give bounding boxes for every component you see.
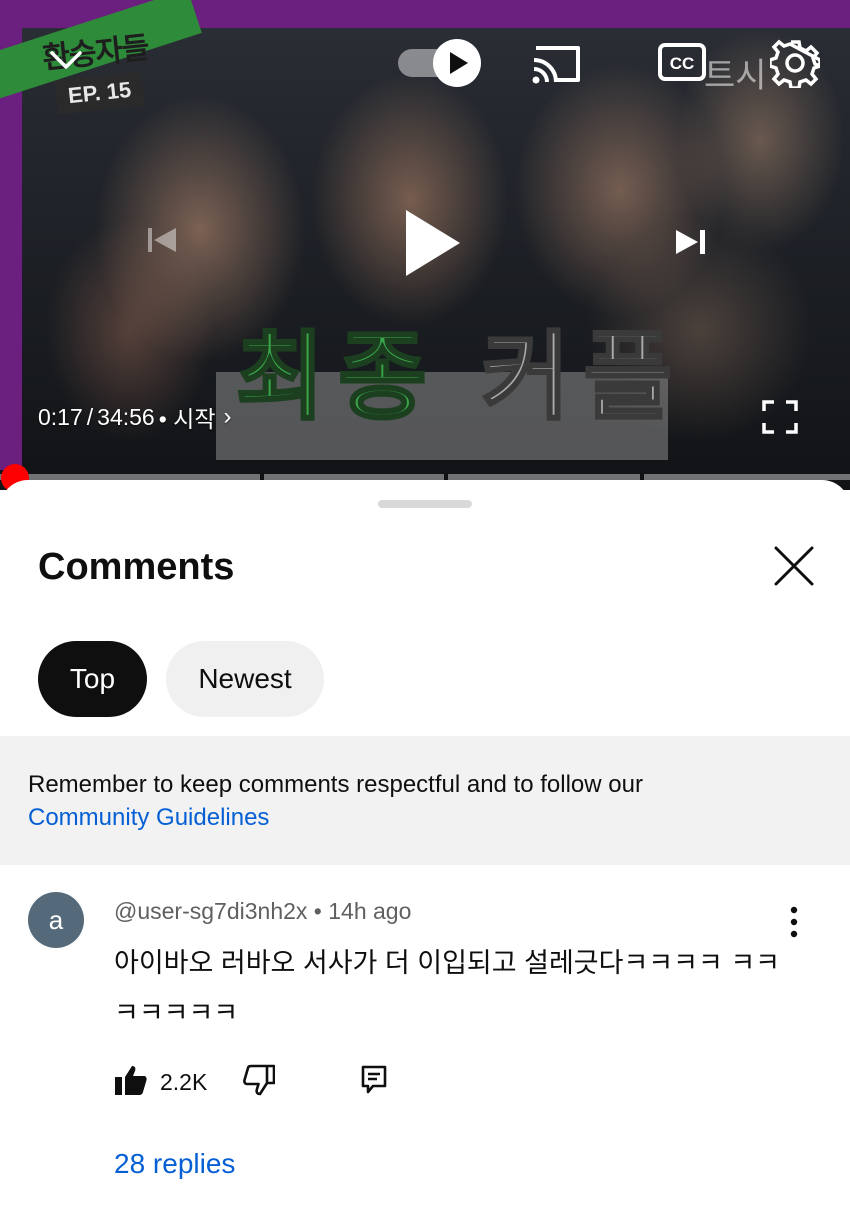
overlay-title: 최종 커플	[235, 328, 686, 427]
comment-meta: @user-sg7di3nh2x • 14h ago	[114, 898, 411, 925]
current-time: 0:17	[38, 403, 83, 430]
notice-text: Remember to keep comments respectful and…	[28, 771, 643, 798]
filter-chip-top[interactable]: Top	[38, 641, 147, 717]
reply-icon	[361, 1065, 387, 1099]
replies-link[interactable]: 28 replies	[114, 1148, 235, 1180]
time-separator: /	[86, 403, 94, 430]
community-guidelines-link[interactable]: Community Guidelines	[28, 801, 822, 834]
skip-previous-icon[interactable]	[142, 220, 182, 260]
episode-badge: EP. 15	[54, 71, 145, 115]
avatar[interactable]: a	[28, 892, 84, 948]
gear-icon[interactable]	[768, 38, 822, 90]
autoplay-toggle-icon[interactable]	[396, 36, 484, 90]
time-display[interactable]: 0:17 / 34:56 • 시작 ›	[38, 400, 231, 434]
chevron-down-icon[interactable]	[46, 44, 86, 74]
overlay-title-green: 최종	[235, 324, 441, 431]
filter-chip-newest[interactable]: Newest	[166, 641, 324, 717]
chapter-chevron-icon[interactable]: ›	[223, 403, 231, 431]
fullscreen-icon[interactable]	[762, 400, 798, 434]
community-notice: Remember to keep comments respectful and…	[0, 736, 850, 865]
comment-text: 아이바오 러바오 서사가 더 이입되고 설레긋다ㅋㅋㅋㅋ ㅋㅋㅋㅋㅋㅋㅋ	[114, 948, 781, 1028]
cc-icon[interactable]: CC	[658, 42, 706, 82]
thumbs-down-icon	[241, 1064, 276, 1100]
drag-handle[interactable]	[378, 500, 472, 508]
thumbs-up-icon	[114, 1064, 148, 1101]
comment-author[interactable]: @user-sg7di3nh2x	[114, 898, 307, 924]
comment-item: a @user-sg7di3nh2x • 14h ago 아이바오 러바오 서사…	[0, 876, 850, 1216]
chapter-title[interactable]: • 시작	[159, 400, 216, 434]
dislike-button[interactable]	[241, 1064, 276, 1101]
duration: 34:56	[97, 403, 155, 430]
like-count: 2.2K	[160, 1068, 208, 1095]
play-icon[interactable]	[400, 206, 464, 280]
comments-title: Comments	[38, 546, 235, 588]
skip-next-icon[interactable]	[670, 222, 712, 262]
comment-actions: 2.2K	[114, 1062, 387, 1102]
svg-text:CC: CC	[670, 54, 695, 73]
reply-button[interactable]	[361, 1065, 387, 1100]
broadcaster-watermark: 트시	[704, 57, 767, 95]
comments-sheet: Comments Top Newest Remember to keep com…	[0, 480, 850, 1217]
cast-icon[interactable]	[530, 40, 584, 86]
close-icon[interactable]	[770, 542, 818, 590]
overlay-title-gray: 커플	[480, 324, 686, 431]
meta-dot: •	[313, 898, 322, 924]
more-vert-icon[interactable]	[780, 902, 808, 942]
like-button[interactable]: 2.2K	[114, 1064, 207, 1101]
video-player[interactable]: 환승자들 EP. 15 트시 최종 커플 CC 0:17 / 34:56 • 시…	[0, 0, 850, 490]
comment-time: 14h ago	[328, 898, 412, 924]
